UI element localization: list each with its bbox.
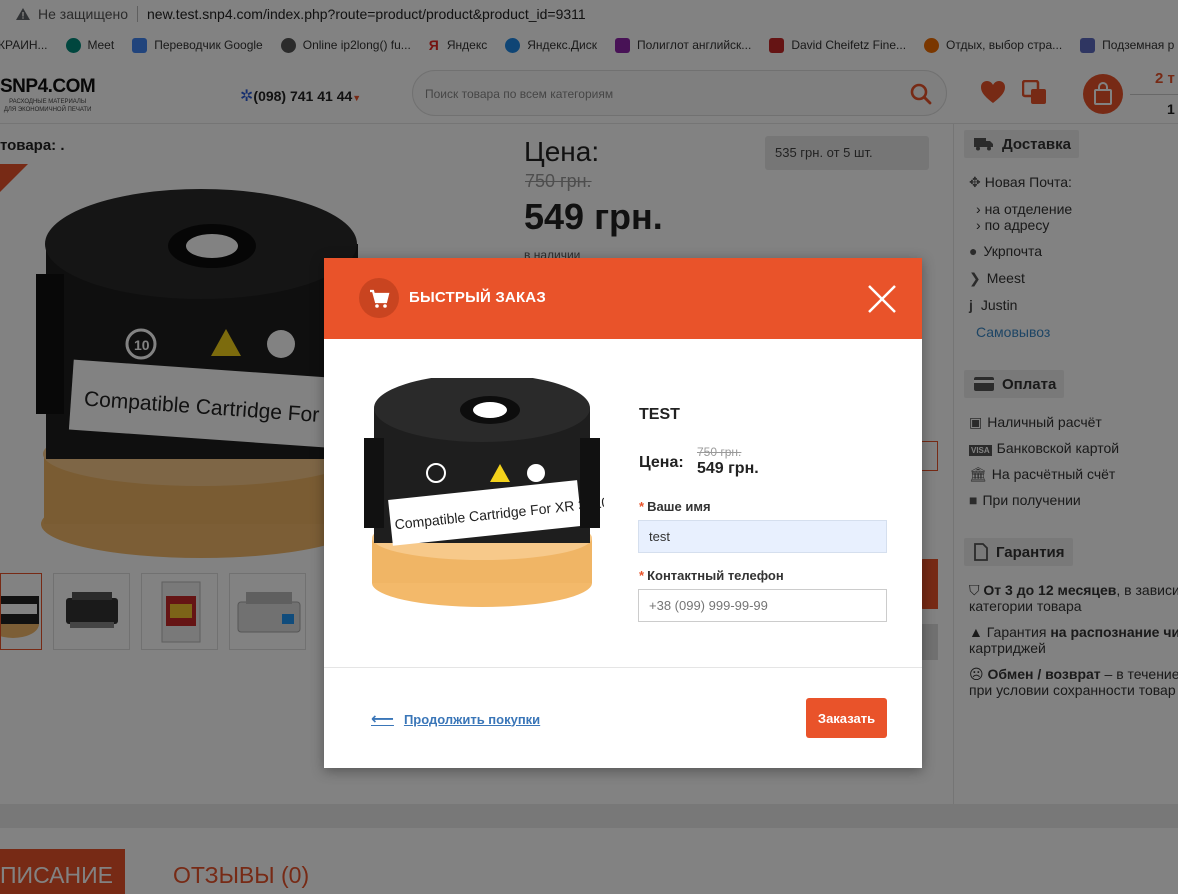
quick-order-modal: БЫСТРЫЙ ЗАКАЗ Compatible Cartridge For X…: [324, 258, 922, 768]
required-marker: *: [639, 568, 645, 583]
modal-header: БЫСТРЫЙ ЗАКАЗ: [324, 258, 922, 339]
modal-current-price: 549 грн.: [697, 460, 759, 477]
continue-shopping-label: Продолжить покупки: [403, 711, 541, 727]
cart-icon: [359, 278, 399, 318]
continue-shopping-link[interactable]: ⟵ Продолжить покупки: [371, 709, 540, 729]
name-input[interactable]: [638, 520, 887, 553]
modal-product-name: TEST: [639, 406, 680, 423]
modal-old-price: 750 грн.: [697, 445, 742, 459]
order-button[interactable]: Заказать: [806, 698, 887, 738]
modal-price-label: Цена:: [639, 454, 684, 471]
modal-product-image: Compatible Cartridge For XR 3010: [364, 378, 604, 607]
required-marker: *: [639, 499, 645, 514]
name-field-label: * Ваше имя: [639, 499, 711, 514]
arrow-left-icon: ⟵: [371, 711, 394, 728]
modal-title: БЫСТРЫЙ ЗАКАЗ: [409, 289, 546, 306]
phone-field-label: * Контактный телефон: [639, 568, 784, 583]
close-icon[interactable]: [864, 281, 900, 317]
phone-label-text: Контактный телефон: [647, 568, 784, 583]
modal-divider: [324, 667, 922, 668]
phone-input[interactable]: [638, 589, 887, 622]
name-label-text: Ваше имя: [647, 499, 711, 514]
